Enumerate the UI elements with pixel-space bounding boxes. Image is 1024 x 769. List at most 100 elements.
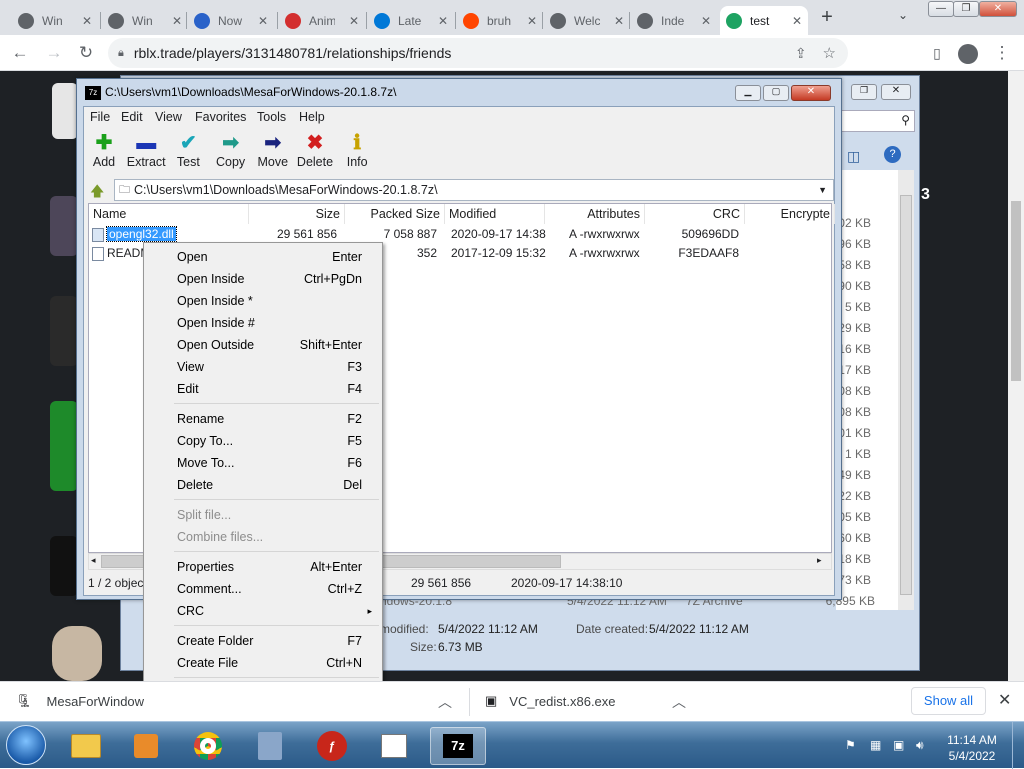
context-item-move-to[interactable]: Move To... F6 [144, 452, 382, 474]
menu-item-tools[interactable]: Tools [257, 110, 286, 124]
tray-network-icon[interactable]: ▦ [870, 738, 881, 752]
profile-avatar[interactable] [956, 41, 980, 65]
chevron-down-icon[interactable]: ▼ [818, 185, 827, 195]
show-desktop-button[interactable] [1012, 722, 1024, 769]
7zip-taskbar-icon[interactable]: 7z [430, 727, 486, 765]
browser-tab[interactable]: Inde ✕ [631, 6, 717, 35]
close-tab-icon[interactable]: ✕ [786, 14, 802, 28]
clock[interactable]: 11:14 AM 5/4/2022 [940, 732, 1004, 764]
download-item-mesa[interactable]: 🗜︎ MesaForWindow [16, 682, 146, 720]
zip-close-button[interactable]: ✕ [791, 85, 831, 101]
context-item-rename[interactable]: Rename F2 [144, 408, 382, 430]
close-tab-icon[interactable]: ✕ [166, 14, 182, 28]
media-player-icon[interactable] [118, 727, 174, 765]
search-box[interactable]: ⚲ [841, 110, 915, 132]
column-header-crc[interactable]: CRC [645, 204, 745, 224]
context-item-copy-to[interactable]: Copy To... F5 [144, 430, 382, 452]
download-options-chevron-icon[interactable]: ︿ [672, 692, 686, 712]
scroll-thumb[interactable] [1011, 201, 1021, 381]
context-item-open[interactable]: Open Enter [144, 246, 382, 268]
archive-tool-icon[interactable] [242, 727, 298, 765]
context-item-comment[interactable]: Comment... Ctrl+Z [144, 578, 382, 600]
column-header-size[interactable]: Size [249, 204, 345, 224]
share-icon[interactable]: ⇪ [795, 45, 807, 62]
browser-tab[interactable]: Now ✕ [188, 6, 274, 35]
context-item-open-inside[interactable]: Open Inside # [144, 312, 382, 334]
address-bar[interactable]: 🔒︎ rblx.trade/players/3131480781/relatio… [108, 38, 848, 68]
close-tab-icon[interactable]: ✕ [608, 14, 624, 28]
up-folder-icon[interactable]: 🡅 [90, 181, 104, 205]
context-item-open-outside[interactable]: Open Outside Shift+Enter [144, 334, 382, 356]
copy-button[interactable]: ➡ Copy [209, 131, 253, 169]
column-header-name[interactable]: Name [89, 204, 249, 224]
menu-item-view[interactable]: View [155, 110, 182, 124]
context-item-delete[interactable]: Delete Del [144, 474, 382, 496]
zip-maximize-button[interactable]: ▢ [763, 85, 789, 101]
tab-search-icon[interactable]: ⌄ [898, 8, 908, 22]
close-tab-icon[interactable]: ✕ [252, 14, 268, 28]
column-header-attributes[interactable]: Attributes [545, 204, 645, 224]
context-item-edit[interactable]: Edit F4 [144, 378, 382, 400]
show-all-button[interactable]: Show all [911, 687, 986, 715]
chrome-icon[interactable] [180, 727, 236, 765]
move-button[interactable]: ➡ Move [251, 131, 295, 169]
scroll-thumb[interactable] [900, 195, 912, 595]
zip-minimize-button[interactable]: ▁ [735, 85, 761, 101]
preview-pane-icon[interactable]: ◫ [847, 148, 860, 165]
close-tab-icon[interactable]: ✕ [432, 14, 448, 28]
browser-tab[interactable]: Late ✕ [368, 6, 454, 35]
context-item-create-folder[interactable]: Create Folder F7 [144, 630, 382, 652]
browser-tab[interactable]: Win ✕ [12, 6, 98, 35]
tray-volume-icon[interactable]: 🔊︎ [916, 738, 924, 753]
download-item-vc-redist[interactable]: ▣ VC_redist.x86.exe [485, 682, 685, 720]
start-button[interactable] [6, 725, 46, 765]
column-header-encrypte[interactable]: Encrypte [745, 204, 835, 224]
bookmark-star-icon[interactable]: ☆ [823, 44, 836, 62]
browser-tab[interactable]: bruh ✕ [457, 6, 543, 35]
add-button[interactable]: ✚ Add [82, 131, 126, 169]
restore-button[interactable]: ❐ [953, 1, 979, 17]
scroll-right-arrow[interactable]: ▸ [817, 555, 822, 566]
page-scrollbar[interactable] [1008, 71, 1024, 681]
path-bar[interactable]: 🗀 C:\Users\vm1\Downloads\MesaForWindows-… [114, 179, 834, 201]
scroll-left-arrow[interactable]: ◂ [91, 555, 96, 566]
menu-item-file[interactable]: File [90, 110, 110, 124]
test-button[interactable]: ✔ Test [166, 131, 210, 169]
minimize-button[interactable]: — [928, 1, 954, 17]
download-options-chevron-icon[interactable]: ︿ [438, 692, 452, 712]
flash-player-icon[interactable]: ƒ [304, 727, 360, 765]
close-tab-icon[interactable]: ✕ [521, 14, 537, 28]
close-tab-icon[interactable]: ✕ [76, 14, 92, 28]
browser-tab[interactable]: Welc ✕ [544, 6, 630, 35]
browser-tab[interactable]: Anim ✕ [279, 6, 365, 35]
context-item-open-inside[interactable]: Open Inside * [144, 290, 382, 312]
extract-button[interactable]: ▬ Extract [124, 131, 168, 169]
side-panel-icon[interactable]: ▯ [925, 41, 949, 65]
close-tab-icon[interactable]: ✕ [343, 14, 359, 28]
menu-item-help[interactable]: Help [299, 110, 325, 124]
menu-item-edit[interactable]: Edit [121, 110, 143, 124]
context-item-properties[interactable]: Properties Alt+Enter [144, 556, 382, 578]
close-download-bar-icon[interactable]: ✕ [998, 690, 1011, 710]
file-explorer-icon[interactable] [58, 727, 114, 765]
menu-item-favorites[interactable]: Favorites [195, 110, 246, 124]
context-item-crc[interactable]: CRC ▸ [144, 600, 382, 622]
close-window-button[interactable]: ✕ [979, 1, 1017, 17]
back-restore-button[interactable]: ❐ [851, 84, 877, 100]
back-arrow-icon[interactable]: ← [8, 41, 32, 65]
browser-tab[interactable]: test ✕ [720, 6, 808, 35]
reload-icon[interactable]: ↻ [74, 41, 98, 65]
context-item-view[interactable]: View F3 [144, 356, 382, 378]
tray-device-icon[interactable]: ▣ [893, 738, 904, 752]
delete-button[interactable]: ✖ Delete [293, 131, 337, 169]
context-item-open-inside[interactable]: Open Inside Ctrl+PgDn [144, 268, 382, 290]
new-tab-button[interactable]: + [815, 6, 839, 30]
notepad-list-icon[interactable] [366, 727, 422, 765]
menu-kebab-icon[interactable]: ⋮ [990, 41, 1014, 65]
context-item-create-file[interactable]: Create File Ctrl+N [144, 652, 382, 674]
info-button[interactable]: ℹ Info [335, 131, 379, 169]
help-icon[interactable]: ? [884, 146, 901, 163]
browser-tab[interactable]: Win ✕ [102, 6, 188, 35]
forward-arrow-icon[interactable]: → [42, 41, 66, 65]
column-header-modified[interactable]: Modified [445, 204, 545, 224]
